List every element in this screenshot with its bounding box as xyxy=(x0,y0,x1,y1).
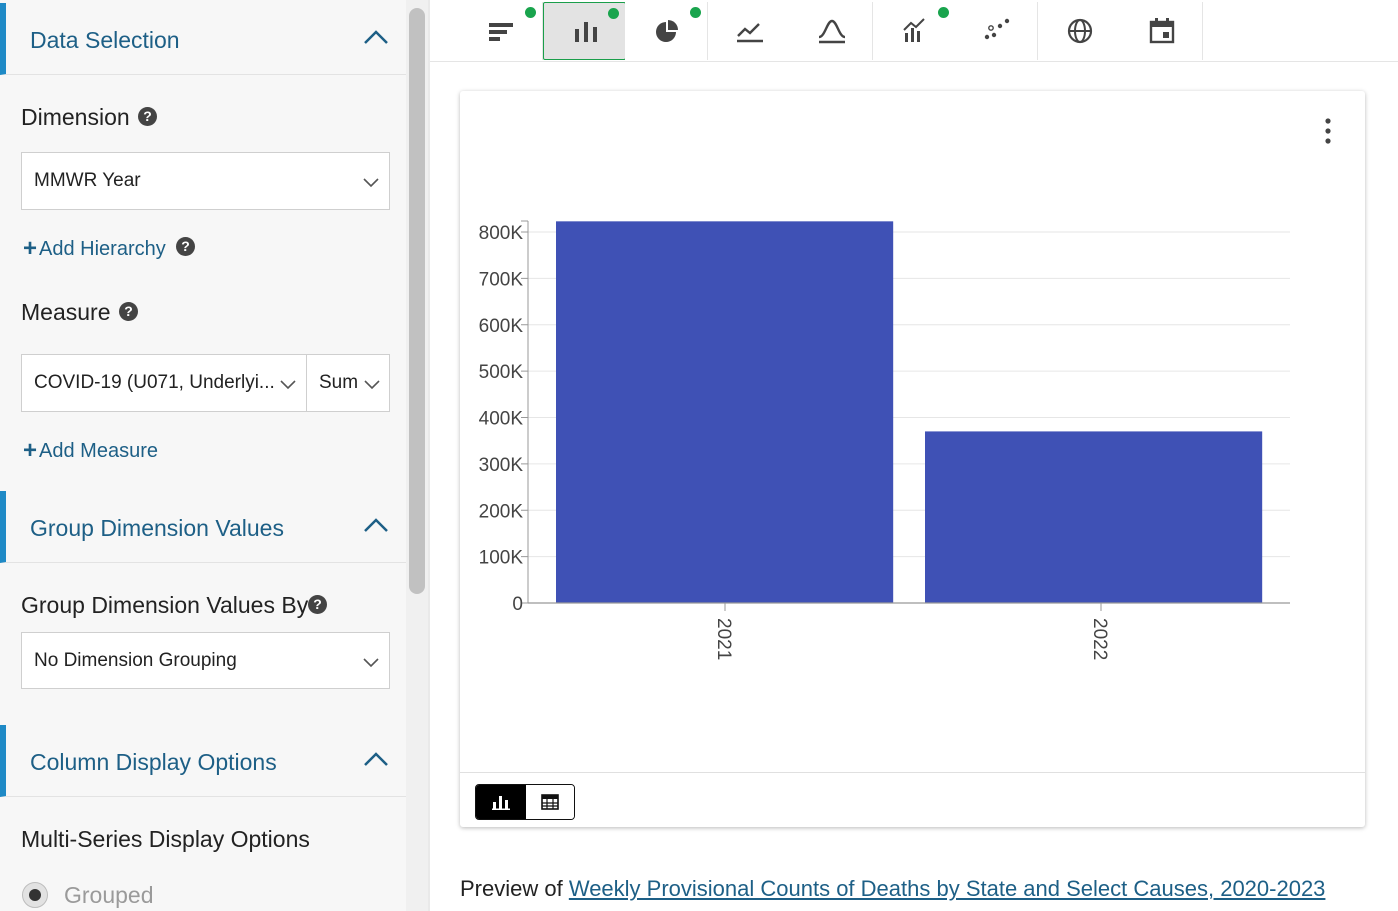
aggregate-select[interactable]: Sum xyxy=(306,354,390,412)
x-tick-label: 2022 xyxy=(1089,618,1110,660)
help-icon[interactable]: ? xyxy=(176,237,195,256)
preview-prefix: Preview of xyxy=(460,876,569,901)
chevron-down-icon xyxy=(363,178,379,188)
chart-type-toolbar xyxy=(430,0,1398,62)
chevron-up-icon[interactable] xyxy=(362,515,390,535)
table-icon xyxy=(541,794,559,810)
dimension-label: Dimension xyxy=(21,104,130,130)
aggregate-select-value: Sum xyxy=(319,372,359,393)
group-dimension-select-value: No Dimension Grouping xyxy=(34,650,237,671)
column-display-title: Column Display Options xyxy=(30,749,277,775)
dataset-link[interactable]: Weekly Provisional Counts of Deaths by S… xyxy=(569,876,1326,901)
tool-scatter-plot-button[interactable] xyxy=(955,2,1038,60)
tool-pie-chart-button[interactable] xyxy=(625,2,708,60)
chevron-up-icon[interactable] xyxy=(362,27,390,47)
tool-distribution-curve-button[interactable] xyxy=(790,2,873,60)
data-selection-header[interactable]: Data Selection xyxy=(0,3,406,75)
dimension-select[interactable]: MMWR Year xyxy=(21,152,390,210)
tool-globe-map-button[interactable] xyxy=(1037,2,1121,60)
bar xyxy=(925,431,1263,603)
y-tick-label: 200K xyxy=(479,501,524,522)
radio-dot xyxy=(29,889,41,901)
grouped-option-label: Grouped xyxy=(64,882,154,908)
table-view-button[interactable] xyxy=(526,785,574,819)
calendar-icon xyxy=(1149,18,1175,44)
tool-combo-chart-button[interactable] xyxy=(872,2,956,60)
x-tick-label: 2021 xyxy=(713,618,734,660)
help-icon[interactable]: ? xyxy=(119,302,138,321)
status-dot xyxy=(525,7,536,18)
add-measure-label: Add Measure xyxy=(39,440,158,462)
bar-chart-icon xyxy=(492,796,510,810)
measure-label: Measure xyxy=(21,299,111,325)
y-tick-label: 300K xyxy=(479,455,524,476)
globe-map-icon xyxy=(1067,18,1092,44)
distribution-curve-icon xyxy=(818,19,846,44)
tool-line-chart-button[interactable] xyxy=(707,2,791,60)
tool-horizontal-bar-chart-button[interactable] xyxy=(460,2,543,60)
chart-card-footer xyxy=(460,772,1365,827)
chevron-up-icon[interactable] xyxy=(362,749,390,769)
grouped-radio[interactable] xyxy=(22,882,48,908)
scatter-plot-icon xyxy=(984,18,1010,40)
y-tick-label: 400K xyxy=(479,409,524,430)
add-hierarchy-link[interactable]: + Add Hierarchy xyxy=(23,234,166,262)
y-tick-label: 100K xyxy=(479,548,524,569)
chart-card: 0 100K 200K 300K 400K 500K 600K 700K 800K 2021 202… xyxy=(460,91,1365,827)
multi-series-label: Multi-Series Display Options xyxy=(21,826,310,852)
tool-calendar-button[interactable] xyxy=(1120,2,1203,60)
group-dimension-select[interactable]: No Dimension Grouping xyxy=(21,632,390,689)
add-measure-link[interactable]: + Add Measure xyxy=(23,436,158,464)
plus-icon: + xyxy=(23,235,38,262)
pie-chart-icon xyxy=(656,20,678,42)
dimension-select-value: MMWR Year xyxy=(34,170,141,191)
status-dot xyxy=(690,7,701,18)
chart-view-button[interactable] xyxy=(476,785,526,819)
y-tick-label: 600K xyxy=(479,316,524,337)
measure-select[interactable]: COVID-19 (U071, Underlyi... xyxy=(21,354,307,412)
bar xyxy=(556,221,894,604)
bar-chart: 0 100K 200K 300K 400K 500K 600K 700K 800K 2021 202… xyxy=(479,220,1290,660)
vertical-bar-chart-icon xyxy=(574,22,597,42)
help-icon[interactable]: ? xyxy=(308,595,327,614)
line-chart-icon xyxy=(736,23,763,43)
chevron-down-icon xyxy=(364,380,380,390)
divider xyxy=(428,0,430,911)
group-dimension-title: Group Dimension Values xyxy=(30,515,284,541)
y-tick-label: 800K xyxy=(479,223,524,244)
chevron-down-icon xyxy=(280,380,296,390)
combo-chart-icon xyxy=(902,18,925,42)
view-toggle xyxy=(475,784,575,820)
left-panel: Data Selection Dimension ? MMWR Year + Ad… xyxy=(0,0,406,911)
plus-icon: + xyxy=(23,437,38,464)
add-hierarchy-label: Add Hierarchy xyxy=(39,238,166,260)
help-icon[interactable]: ? xyxy=(138,107,157,126)
chevron-down-icon xyxy=(363,658,379,668)
horizontal-bar-chart-icon xyxy=(489,23,513,41)
scrollbar-thumb[interactable] xyxy=(409,8,425,594)
group-dimension-header[interactable]: Group Dimension Values xyxy=(0,491,406,563)
status-dot xyxy=(607,8,619,19)
y-tick-label: 0 xyxy=(512,594,523,615)
y-tick-label: 700K xyxy=(479,269,524,290)
group-dimension-label: Group Dimension Values By xyxy=(21,592,309,618)
preview-caption: Preview of Weekly Provisional Counts of … xyxy=(460,876,1325,902)
status-dot xyxy=(937,7,949,18)
measure-select-value: COVID-19 (U071, Underlyi... xyxy=(34,372,274,393)
tool-vertical-bar-chart-button[interactable] xyxy=(542,2,626,60)
column-display-header[interactable]: Column Display Options xyxy=(0,725,406,797)
y-tick-label: 500K xyxy=(479,362,524,383)
data-selection-title: Data Selection xyxy=(30,27,180,53)
